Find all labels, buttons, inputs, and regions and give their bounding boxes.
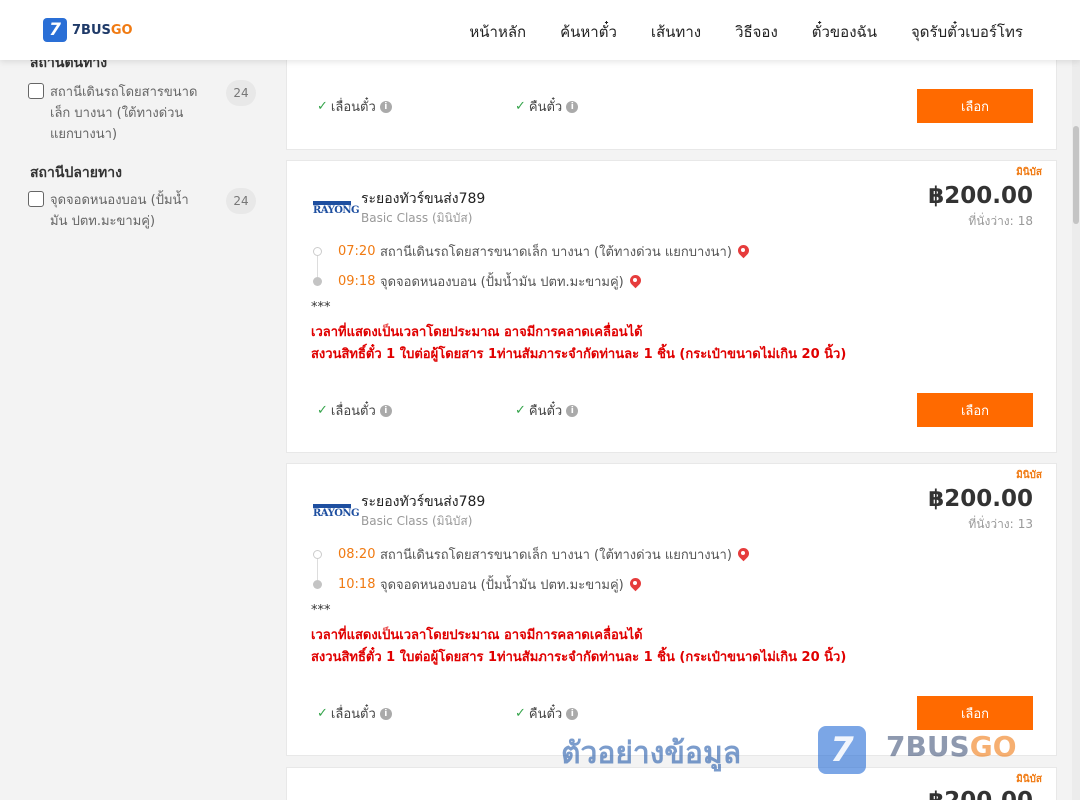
check-icon: ✓ (515, 706, 526, 721)
check-icon: ✓ (515, 403, 526, 418)
minibus-badge: มินิบัส (1016, 470, 1042, 481)
watermark-logo-mark: 7 (818, 726, 866, 774)
map-pin-icon[interactable] (738, 245, 749, 259)
nav-search-tickets[interactable]: ค้นหาตั๋ว (560, 20, 617, 44)
departure-dot (313, 550, 322, 559)
notice-time-estimate: เวลาที่แสดงเป็นเวลาโดยประมาณ อาจมีการคลา… (311, 628, 643, 643)
available-seats: ที่นั่งว่าง: 18 (968, 214, 1033, 228)
info-icon[interactable]: i (566, 404, 579, 417)
minibus-badge: มินิบัส (1016, 167, 1042, 178)
departure-station: สถานีเดินรถโดยสารขนาดเล็ก บางนา (ใต้ทางด… (380, 245, 732, 260)
notice-time-estimate: เวลาที่แสดงเป็นเวลาโดยประมาณ อาจมีการคลา… (311, 325, 643, 340)
departure-stop: 07:20 สถานีเดินรถโดยสารขนาดเล็ก บางนา (ใ… (313, 241, 749, 262)
origin-filter-count: 24 (226, 80, 256, 106)
notice-stars: *** (311, 300, 331, 315)
notice-luggage: สงวนสิทธิ์ตั๋ว 1 ใบต่อผู้โดยสาร 1ท่านสัม… (311, 347, 847, 362)
check-icon: ✓ (317, 706, 328, 721)
nav-how-to-book[interactable]: วิธีจอง (735, 20, 778, 44)
map-pin-icon[interactable] (630, 578, 641, 592)
refund-feature: ✓ คืนตั๋ว i (515, 400, 579, 421)
reschedule-feature: ✓ เลื่อนตั๋ว i (317, 400, 392, 421)
refund-feature: ✓ คืนตั๋ว i (515, 96, 579, 117)
check-icon: ✓ (317, 403, 328, 418)
info-icon[interactable]: i (379, 100, 392, 113)
destination-checkbox[interactable] (28, 191, 44, 207)
scrollbar-thumb[interactable] (1073, 126, 1079, 224)
operator-name: ระยองทัวร์ขนส่ง789 (361, 494, 486, 510)
main-nav: หน้าหลัก ค้นหาตั๋ว เส้นทาง วิธีจอง ตั๋วข… (435, 20, 1023, 44)
available-seats: ที่นั่งว่าง: 13 (968, 517, 1033, 531)
operator-name: ระยองทัวร์ขนส่ง789 (361, 191, 486, 207)
watermark-brand: 7BUSGO (886, 730, 1017, 763)
info-icon[interactable]: i (566, 100, 579, 113)
logo-mark: 7 (43, 18, 67, 42)
watermark-text: ตัวอย่างข้อมูล (561, 736, 742, 771)
departure-stop: 08:20 สถานีเดินรถโดยสารขนาดเล็ก บางนา (ใ… (313, 544, 749, 565)
operator-logo: RAYONG (313, 504, 360, 522)
destination-filter-label: จุดจอดหนองบอน (ปั้มน้ำมัน ปตท.มะขามคู่) (50, 193, 189, 229)
destination-filter-count: 24 (226, 188, 256, 214)
arrival-time: 10:18 (338, 577, 376, 592)
destination-filter-title: สถานีปลายทาง (30, 165, 122, 181)
nav-my-tickets[interactable]: ตั๋วของฉัน (812, 20, 877, 44)
origin-filter-label: สถานีเดินรถโดยสารขนาดเล็ก บางนา (ใต้ทางด… (50, 85, 198, 142)
nav-home[interactable]: หน้าหลัก (469, 20, 526, 44)
refund-feature: ✓ คืนตั๋ว i (515, 703, 579, 724)
departure-station: สถานีเดินรถโดยสารขนาดเล็ก บางนา (ใต้ทางด… (380, 548, 732, 563)
arrival-station: จุดจอดหนองบอน (ปั้มน้ำมัน ปตท.มะขามคู่) (380, 275, 624, 290)
operator-logo: RAYONG (313, 201, 360, 219)
departure-time: 07:20 (338, 244, 376, 259)
info-icon[interactable]: i (566, 707, 579, 720)
logo-text: 7BUSGO (72, 22, 133, 38)
page-scrollbar[interactable] (1072, 60, 1080, 800)
arrival-dot (313, 277, 322, 286)
info-icon[interactable]: i (379, 404, 392, 417)
top-nav-bar: 7 7BUSGO หน้าหลัก ค้นหาตั๋ว เส้นทาง วิธี… (0, 0, 1080, 60)
select-trip-button[interactable]: เลือก (917, 696, 1033, 730)
notice-luggage: สงวนสิทธิ์ตั๋ว 1 ใบต่อผู้โดยสาร 1ท่านสัม… (311, 650, 847, 665)
trip-card: มินิบัส RAYONG ระยองทัวร์ขนส่ง789 Basic … (286, 463, 1057, 756)
site-logo[interactable]: 7 7BUSGO (43, 18, 133, 42)
bus-class: Basic Class (มินิบัส) (361, 514, 473, 528)
nav-routes[interactable]: เส้นทาง (651, 20, 701, 44)
notice-stars: *** (311, 603, 331, 618)
bus-class: Basic Class (มินิบัส) (361, 211, 473, 225)
trip-card: มินิบัส RAYONG ระยองทัวร์ขนส่ง789 Basic … (286, 160, 1057, 453)
check-icon: ✓ (317, 99, 328, 114)
map-pin-icon[interactable] (738, 548, 749, 562)
departure-time: 08:20 (338, 547, 376, 562)
arrival-dot (313, 580, 322, 589)
check-icon: ✓ (515, 99, 526, 114)
minibus-badge: มินิบัส (1016, 774, 1042, 785)
departure-dot (313, 247, 322, 256)
arrival-stop: 09:18 จุดจอดหนองบอน (ปั้มน้ำมัน ปตท.มะขา… (313, 271, 641, 292)
trip-price: ฿200.00 (928, 486, 1033, 512)
map-pin-icon[interactable] (630, 275, 641, 289)
origin-filter-item[interactable]: สถานีเดินรถโดยสารขนาดเล็ก บางนา (ใต้ทางด… (28, 80, 256, 145)
reschedule-feature: ✓ เลื่อนตั๋ว i (317, 96, 392, 117)
destination-filter-item[interactable]: จุดจอดหนองบอน (ปั้มน้ำมัน ปตท.มะขามคู่) … (28, 188, 256, 232)
origin-checkbox[interactable] (28, 83, 44, 99)
select-trip-button[interactable]: เลือก (917, 393, 1033, 427)
nav-ticket-pickup[interactable]: จุดรับตั๋วเบอร์โทร (911, 20, 1023, 44)
trip-price: ฿200.00 (928, 788, 1033, 800)
select-trip-button[interactable]: เลือก (917, 89, 1033, 123)
trip-price: ฿200.00 (928, 183, 1033, 209)
reschedule-feature: ✓ เลื่อนตั๋ว i (317, 703, 392, 724)
info-icon[interactable]: i (379, 707, 392, 720)
arrival-station: จุดจอดหนองบอน (ปั้มน้ำมัน ปตท.มะขามคู่) (380, 578, 624, 593)
arrival-time: 09:18 (338, 274, 376, 289)
arrival-stop: 10:18 จุดจอดหนองบอน (ปั้มน้ำมัน ปตท.มะขา… (313, 574, 641, 595)
